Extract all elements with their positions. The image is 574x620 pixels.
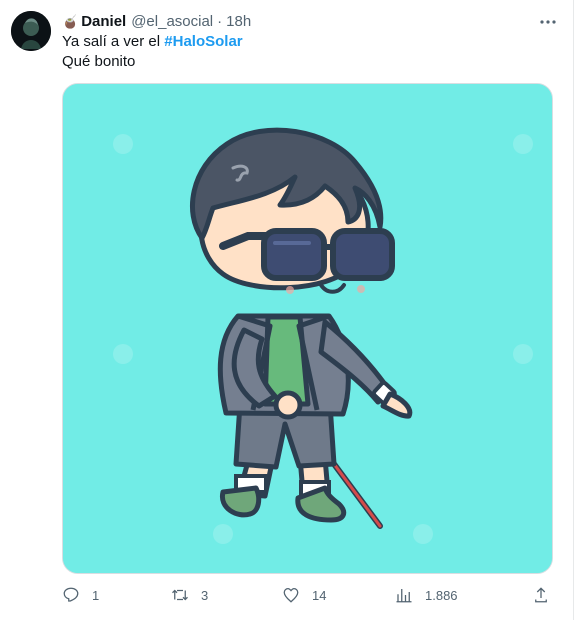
reply-count: 1 [92, 587, 100, 603]
like-icon [283, 587, 299, 603]
tweet-line-1: Ya salí a ver el [62, 33, 165, 50]
share-button[interactable] [532, 584, 550, 606]
mate-emoji: 🧉 [62, 14, 79, 29]
retweet-count: 3 [201, 587, 209, 603]
view-count: 1.886 [425, 587, 458, 603]
tweet-line-2: Qué bonito [62, 53, 136, 70]
retweet-icon [172, 589, 188, 601]
share-icon [535, 587, 547, 603]
retweet-button[interactable]: 3 [171, 584, 208, 606]
reply-button[interactable]: 1 [62, 584, 99, 606]
tweet-image[interactable] [62, 83, 553, 574]
like-count: 14 [312, 587, 327, 603]
header-separator: · [217, 13, 223, 30]
tweet-header: 🧉 Daniel @el_asocial · 18h [62, 12, 559, 32]
views-button[interactable]: 1.886 [395, 584, 458, 606]
tweet-text: Ya salí a ver el #HaloSolar Qué bonito [62, 32, 243, 72]
views-icon [396, 589, 412, 603]
post-time[interactable]: 18h [226, 12, 251, 32]
more-icon [540, 20, 556, 24]
blind-boy-illustration [63, 84, 552, 573]
author-handle[interactable]: @el_asocial [131, 12, 213, 32]
reply-icon [63, 587, 79, 602]
author-name[interactable]: Daniel [81, 12, 126, 32]
like-button[interactable]: 14 [282, 584, 326, 606]
hashtag-link[interactable]: #HaloSolar [164, 33, 242, 50]
more-button[interactable] [537, 12, 559, 32]
avatar[interactable] [11, 11, 51, 51]
tweet-actions: 1 3 14 1.886 [62, 584, 552, 606]
tweet-card[interactable]: 🧉 Daniel @el_asocial · 18h Ya salí a ver… [0, 0, 574, 620]
